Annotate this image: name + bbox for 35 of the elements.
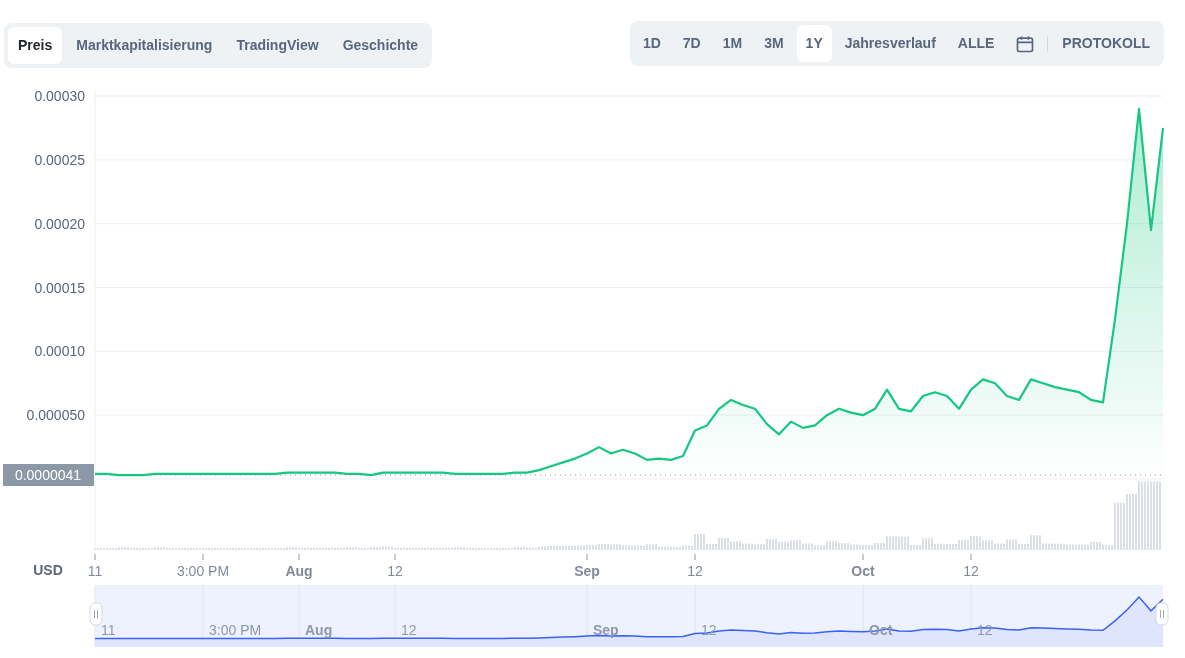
y-axis-label: 0.00025 <box>34 151 85 168</box>
log-button[interactable]: PROTOKOLL <box>1052 25 1160 62</box>
range-handle[interactable] <box>1155 602 1169 626</box>
range-button[interactable]: 1Y <box>796 25 832 62</box>
range-handle[interactable] <box>89 602 103 626</box>
x-axis-label: 12 <box>387 563 403 579</box>
y-axis-label: 0.00010 <box>34 343 85 360</box>
x-axis-label: Aug <box>285 563 313 579</box>
range-button[interactable]: Jahresverlauf <box>835 25 945 62</box>
x-axis-label: Sep <box>574 563 600 579</box>
navigator-label: Aug <box>305 622 333 638</box>
y-axis-label: 0.000050 <box>26 407 85 424</box>
x-axis-label: 3:00 PM <box>176 563 230 579</box>
range-button[interactable]: 1M <box>713 25 752 62</box>
x-axis-label: 11 <box>87 563 103 579</box>
range-button[interactable]: ALLE <box>948 25 1004 62</box>
range-button[interactable]: 1D <box>633 25 670 62</box>
currency-label: USD <box>33 562 63 578</box>
chart-tab[interactable]: Marktkapitalisierung <box>66 27 223 64</box>
y-axis-label: 0.00015 <box>34 279 85 296</box>
y-axis-label: 0.00030 <box>34 88 85 104</box>
range-button[interactable]: 7D <box>673 25 710 62</box>
navigator-label: 11 <box>101 622 116 638</box>
x-axis-label: Oct <box>851 563 875 579</box>
navigator-label: 12 <box>401 622 417 638</box>
chart-tab[interactable]: TradingView <box>226 27 329 64</box>
range-button[interactable]: 3M <box>755 25 793 62</box>
navigator-label: Sep <box>593 622 619 638</box>
chart-tab[interactable]: Preis <box>8 27 63 64</box>
price-label: 0.0000041 <box>3 464 94 486</box>
x-axis-label: 12 <box>687 563 703 579</box>
x-axis-label: 12 <box>963 563 979 579</box>
navigator-label: 3:00 PM <box>209 622 262 638</box>
y-axis-label: 0.00020 <box>34 215 85 232</box>
chart-tab[interactable]: Geschichte <box>332 27 429 64</box>
